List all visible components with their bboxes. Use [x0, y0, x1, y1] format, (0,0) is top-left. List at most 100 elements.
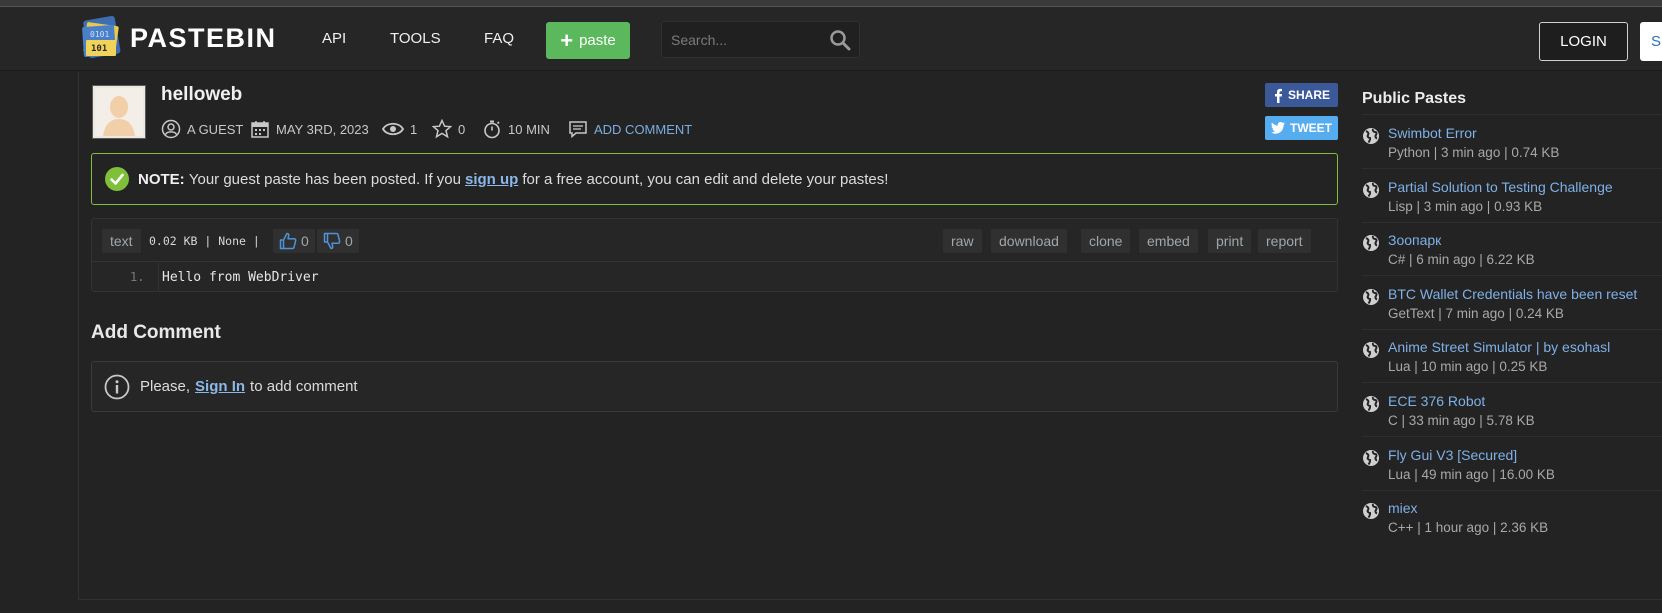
plus-icon: + — [560, 27, 574, 53]
globe-icon — [1362, 502, 1380, 525]
paste-code-box: text 0.02 KB | None | 0 0 raw download c… — [91, 218, 1338, 292]
notice-text-after: for a free account, you can edit and del… — [522, 170, 889, 188]
search-icon[interactable] — [829, 29, 851, 56]
new-paste-button[interactable]: + paste — [546, 22, 630, 59]
public-paste-meta: Lua | 49 min ago | 16.00 KB — [1388, 466, 1555, 482]
logo-text: PASTEBIN — [130, 22, 277, 53]
public-paste-title[interactable]: ECE 376 Robot — [1388, 393, 1485, 409]
facebook-icon — [1274, 88, 1282, 103]
public-paste-item[interactable]: Swimbot Error Python | 3 min ago | 0.74 K… — [1362, 123, 1662, 171]
tweet-label: TWEET — [1290, 121, 1332, 135]
public-paste-item[interactable]: ECE 376 Robot C | 33 min ago | 5.78 KB — [1362, 391, 1662, 439]
clone-button[interactable]: clone — [1081, 229, 1131, 253]
print-button[interactable]: print — [1208, 229, 1252, 253]
search-input[interactable] — [662, 22, 822, 57]
svg-text:0101: 0101 — [90, 30, 109, 39]
svg-text:101: 101 — [91, 44, 107, 54]
paste-author[interactable]: A GUEST — [161, 119, 243, 139]
download-button[interactable]: download — [991, 229, 1067, 253]
public-paste-title[interactable]: BTC Wallet Credentials have been reset — [1388, 286, 1637, 302]
globe-icon — [1362, 395, 1380, 418]
add-comment-link[interactable]: ADD COMMENT — [568, 119, 692, 139]
public-paste-title[interactable]: Зоопарк — [1388, 232, 1441, 248]
paste-date: MAY 3RD, 2023 — [250, 119, 369, 139]
search-box — [661, 21, 860, 58]
expiry-text: 10 MIN — [508, 121, 550, 137]
public-paste-meta: C# | 6 min ago | 6.22 KB — [1388, 252, 1535, 268]
info-icon — [104, 374, 130, 399]
code-gutter-divider — [158, 263, 159, 292]
logo[interactable]: 0101 101 PASTEBIN — [80, 16, 277, 60]
notice-signup-link[interactable]: sign up — [465, 171, 518, 188]
signin-prefix: Please, — [140, 378, 191, 395]
paste-title: helloweb — [161, 84, 243, 105]
public-paste-title[interactable]: Swimbot Error — [1388, 125, 1477, 141]
dislike-button[interactable]: 0 — [317, 229, 359, 253]
nav-tools[interactable]: TOOLS — [390, 30, 441, 47]
sidebar-divider — [1362, 436, 1662, 437]
star-icon — [432, 119, 452, 139]
public-paste-item[interactable]: miex C++ | 1 hour ago | 2.36 KB — [1362, 498, 1662, 546]
signin-to-comment-box: Please, Sign In to add comment — [91, 361, 1338, 412]
signin-suffix: to add comment — [250, 378, 358, 395]
like-count: 0 — [301, 233, 309, 249]
public-paste-title[interactable]: Fly Gui V3 [Secured] — [1388, 447, 1517, 463]
public-paste-title[interactable]: miex — [1388, 500, 1418, 516]
report-button[interactable]: report — [1258, 229, 1311, 253]
content-left-border — [78, 72, 79, 600]
user-icon — [161, 119, 181, 139]
views-count: 1 — [410, 121, 418, 137]
sidebar-divider — [1362, 328, 1662, 330]
public-paste-item[interactable]: BTC Wallet Credentials have been reset Ge… — [1362, 284, 1662, 332]
syntax-tag[interactable]: text — [102, 229, 141, 253]
paste-views: 1 — [382, 119, 417, 139]
signin-link[interactable]: Sign In — [195, 378, 245, 395]
date-text: MAY 3RD, 2023 — [276, 121, 369, 137]
raw-button[interactable]: raw — [943, 229, 982, 253]
notice-label: NOTE: — [138, 170, 185, 188]
dislike-count: 0 — [345, 233, 353, 249]
nav-api[interactable]: API — [322, 30, 346, 47]
globe-icon — [1362, 341, 1380, 364]
browser-top-strip — [0, 0, 1662, 7]
add-comment-heading: Add Comment — [91, 322, 221, 343]
sidebar-divider — [1362, 221, 1662, 223]
paste-stars[interactable]: 0 — [432, 119, 465, 139]
eye-icon — [382, 122, 404, 136]
embed-button[interactable]: embed — [1139, 229, 1198, 253]
nav-faq[interactable]: FAQ — [484, 30, 514, 47]
sidebar-divider — [1362, 114, 1662, 115]
thumbs-down-icon — [323, 232, 341, 250]
public-pastes-title: Public Pastes — [1362, 90, 1467, 107]
site-header: 0101 101 PASTEBIN API TOOLS FAQ + paste … — [0, 7, 1662, 71]
public-paste-title[interactable]: Anime Street Simulator | by esohasl — [1388, 339, 1610, 355]
public-paste-meta: Python | 3 min ago | 0.74 KB — [1388, 145, 1560, 160]
login-button[interactable]: LOGIN — [1539, 22, 1628, 61]
line-number: 1. — [130, 270, 145, 284]
like-button[interactable]: 0 — [273, 229, 315, 253]
check-circle-icon — [105, 167, 129, 191]
public-paste-item[interactable]: Partial Solution to Testing Challenge Lis… — [1362, 177, 1662, 225]
twitter-tweet-button[interactable]: TWEET — [1265, 116, 1338, 140]
public-paste-title[interactable]: Partial Solution to Testing Challenge — [1388, 179, 1613, 195]
globe-icon — [1362, 181, 1380, 204]
avatar — [92, 85, 146, 139]
new-paste-label: paste — [579, 32, 616, 49]
public-paste-meta: Lisp | 3 min ago | 0.93 KB — [1388, 198, 1543, 214]
stopwatch-icon — [484, 120, 500, 139]
add-comment-label: ADD COMMENT — [594, 121, 693, 137]
signup-button[interactable]: S — [1640, 22, 1662, 61]
public-paste-meta: Lua | 10 min ago | 0.25 KB — [1388, 359, 1548, 375]
guest-paste-notice: NOTE: Your guest paste has been posted. … — [91, 153, 1338, 205]
public-paste-item[interactable]: Anime Street Simulator | by esohasl Lua |… — [1362, 337, 1662, 385]
public-paste-item[interactable]: Зоопарк C# | 6 min ago | 6.22 KB — [1362, 230, 1662, 278]
twitter-icon — [1271, 122, 1285, 134]
code-toolbar: text 0.02 KB | None | 0 0 raw download c… — [92, 219, 1337, 262]
sidebar-divider — [1362, 489, 1662, 491]
globe-icon — [1362, 234, 1380, 257]
code-line-text: Hello from WebDriver — [162, 270, 319, 285]
sidebar-divider — [1362, 168, 1662, 169]
public-paste-item[interactable]: Fly Gui V3 [Secured] Lua | 49 min ago | 1… — [1362, 445, 1662, 493]
facebook-share-button[interactable]: SHARE — [1265, 83, 1338, 107]
comment-icon — [569, 121, 587, 139]
